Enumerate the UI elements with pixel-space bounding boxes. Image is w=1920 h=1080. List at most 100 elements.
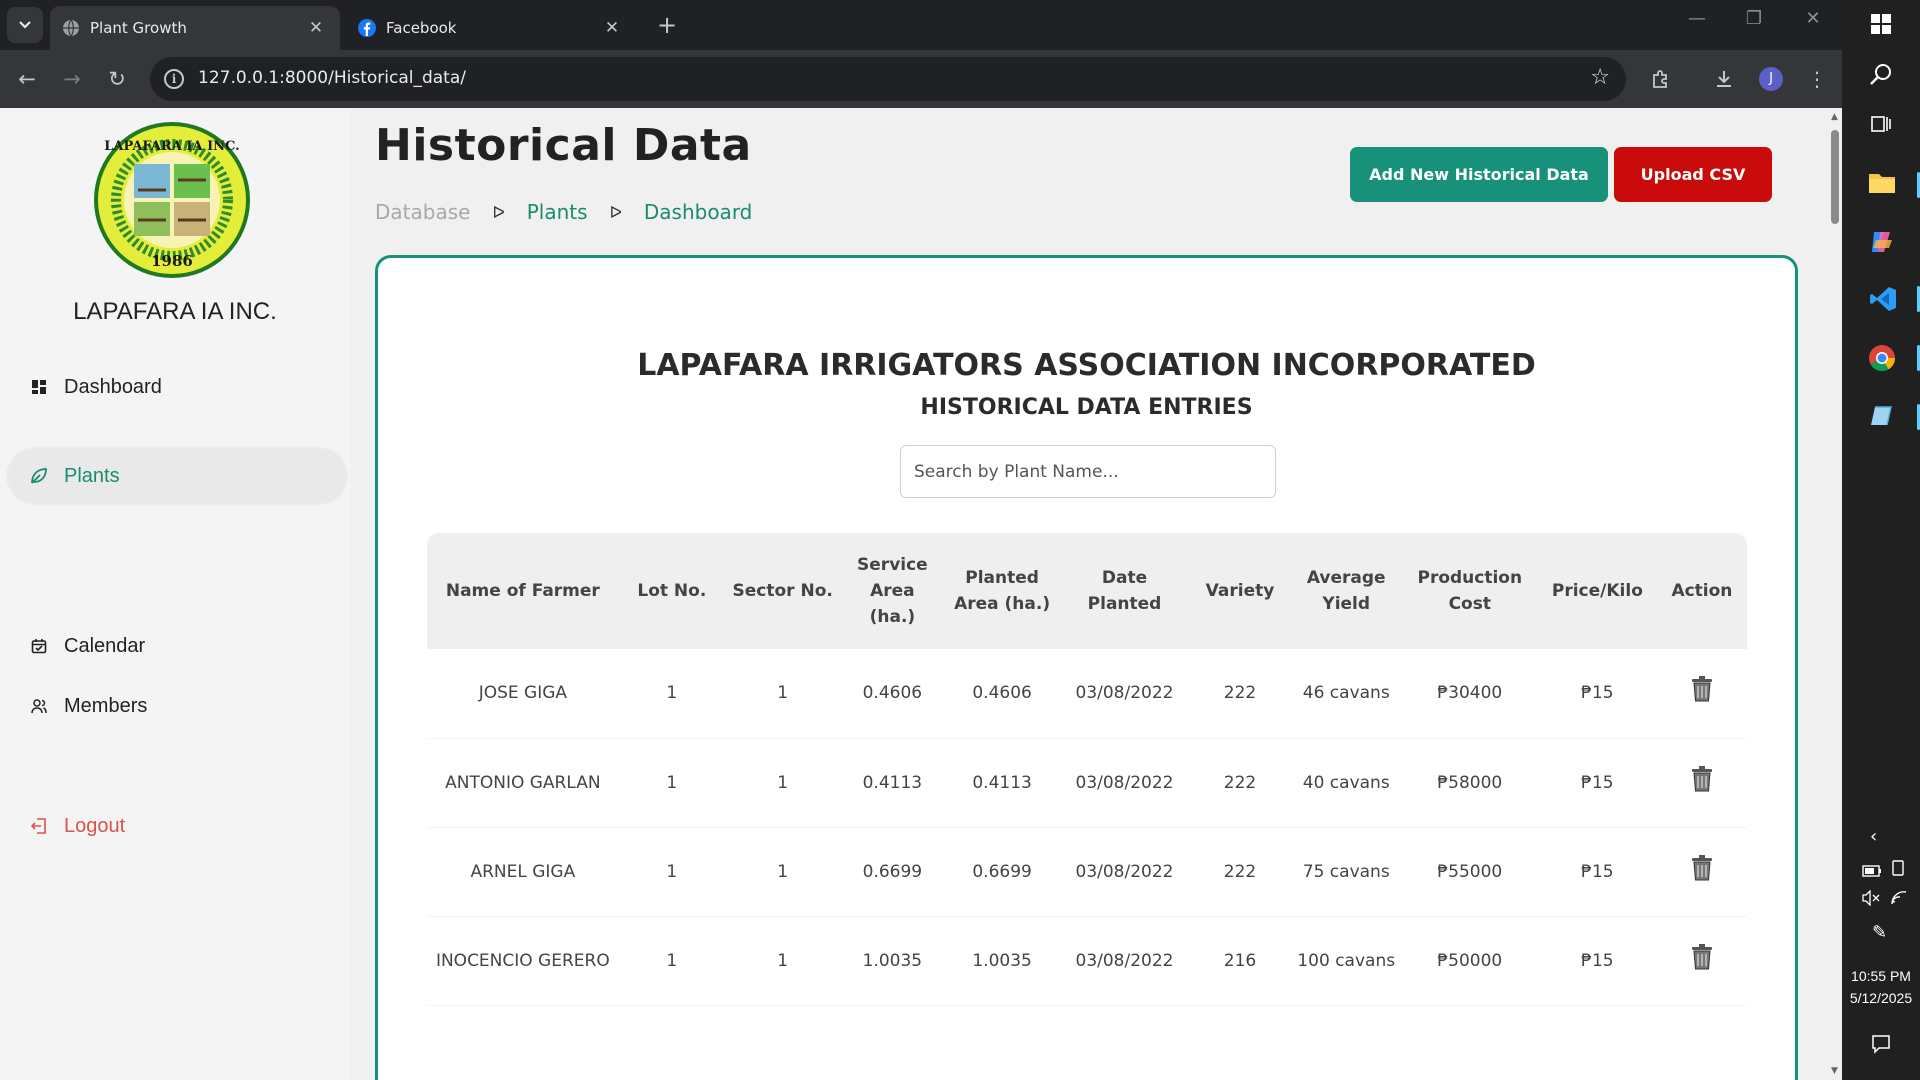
lot-cell: 1 — [618, 827, 725, 917]
tab-title: Facebook — [386, 19, 457, 37]
reload-icon[interactable]: ↻ — [100, 62, 134, 96]
restore-icon[interactable]: ❐ — [1731, 8, 1777, 29]
column-header[interactable]: Service Area (ha.) — [840, 533, 944, 649]
vscode-icon[interactable] — [1869, 285, 1897, 317]
lot-cell: 1 — [618, 649, 725, 739]
sidebar-item-plants[interactable]: Plants — [8, 449, 346, 503]
add-historical-data-button[interactable]: Add New Historical Data — [1350, 147, 1608, 202]
sidebar-item-calendar[interactable]: Calendar — [8, 619, 346, 673]
action-cell — [1656, 916, 1747, 1006]
plant-search-input[interactable] — [900, 445, 1276, 498]
sidebar-item-dashboard[interactable]: Dashboard — [8, 360, 346, 414]
column-header[interactable]: Average Yield — [1291, 533, 1402, 649]
service-area-cell: 0.4606 — [840, 649, 945, 739]
download-icon[interactable] — [1707, 62, 1741, 96]
historical-data-table: Name of Farmer Lot No. Sector No. Servic… — [427, 533, 1747, 1006]
browser-tab-plant-growth[interactable]: Plant Growth ✕ — [50, 6, 340, 50]
site-info-icon[interactable]: i — [164, 69, 184, 89]
service-area-cell: 0.4113 — [840, 738, 945, 828]
trash-icon[interactable] — [1689, 675, 1715, 703]
chevron-down-icon — [19, 21, 31, 29]
trash-icon[interactable] — [1689, 765, 1715, 793]
lot-cell: 1 — [618, 916, 725, 1006]
variety-cell: 222 — [1189, 827, 1291, 917]
browser-tabstrip: Plant Growth ✕ Facebook ✕ + — ❐ ✕ — [0, 0, 1842, 50]
file-explorer-icon[interactable] — [1868, 170, 1896, 198]
table-row: INOCENCIO GERERO 1 1 1.0035 1.0035 03/08… — [427, 916, 1747, 1006]
card-subtitle: HISTORICAL DATA ENTRIES — [920, 395, 1253, 420]
address-bar[interactable]: i 127.0.0.1:8000/Historical_data/ ☆ — [150, 57, 1626, 101]
column-header[interactable]: Production Cost — [1402, 533, 1538, 649]
sidebar: LAPAFARA IA INC. 1986 LAPAFARA IA INC. D… — [0, 108, 350, 1080]
trash-icon[interactable] — [1689, 854, 1715, 882]
windows-start-icon[interactable] — [1871, 14, 1891, 34]
forward-icon[interactable]: → — [55, 62, 89, 96]
notification-icon[interactable] — [1871, 1034, 1891, 1058]
column-header[interactable]: Planted Area (ha.) — [944, 533, 1059, 649]
battery-icon[interactable] — [1862, 862, 1882, 881]
page-scrollbar[interactable]: ▲ ▼ — [1828, 108, 1842, 1080]
breadcrumb-plants-link[interactable]: Plants — [527, 200, 588, 224]
column-header[interactable]: Name of Farmer — [427, 533, 619, 649]
back-icon[interactable]: ← — [10, 62, 44, 96]
upload-csv-button[interactable]: Upload CSV — [1614, 147, 1772, 202]
new-tab-button[interactable]: + — [652, 10, 682, 40]
browser-toolbar: ← → ↻ i 127.0.0.1:8000/Historical_data/ … — [0, 50, 1842, 108]
column-header[interactable]: Price/Kilo — [1538, 533, 1657, 649]
avg-yield-cell: 40 cavans — [1290, 738, 1402, 828]
windows-taskbar: ‹ ✎ 10:55 PM 5/12/2025 — [1842, 0, 1920, 1080]
trash-icon[interactable] — [1689, 943, 1715, 971]
task-view-icon[interactable] — [1870, 113, 1892, 139]
globe-icon — [62, 19, 80, 37]
browser-tab-facebook[interactable]: Facebook ✕ — [346, 6, 636, 50]
more-menu-icon[interactable]: ⋮ — [1800, 62, 1834, 96]
table-row: JOSE GIGA 1 1 0.4606 0.4606 03/08/2022 2… — [427, 649, 1747, 739]
production-cost-cell: ₱30400 — [1401, 649, 1538, 739]
device-icon[interactable] — [1890, 860, 1906, 880]
scrollbar-up-arrow[interactable]: ▲ — [1831, 112, 1838, 122]
price-cell: ₱15 — [1537, 916, 1657, 1006]
sector-cell: 1 — [724, 916, 841, 1006]
extensions-icon[interactable] — [1644, 62, 1678, 96]
search-icon[interactable] — [1869, 62, 1893, 90]
logout-button[interactable]: Logout — [8, 799, 346, 853]
planted-area-cell: 1.0035 — [944, 916, 1060, 1006]
historical-data-table-wrapper: Name of Farmer Lot No. Sector No. Servic… — [427, 533, 1747, 1006]
url-text[interactable]: 127.0.0.1:8000/Historical_data/ — [198, 68, 466, 88]
volume-muted-icon[interactable] — [1862, 889, 1880, 910]
close-tab-icon[interactable]: ✕ — [602, 18, 622, 38]
column-header[interactable]: Variety — [1189, 533, 1291, 649]
profile-avatar[interactable]: J — [1759, 67, 1783, 91]
clock-time[interactable]: 10:55 PM — [1842, 968, 1920, 984]
avg-yield-cell: 75 cavans — [1290, 827, 1402, 917]
sidebar-item-label: Calendar — [64, 634, 146, 657]
close-window-icon[interactable]: ✕ — [1790, 8, 1836, 29]
clock-date[interactable]: 5/12/2025 — [1842, 990, 1920, 1006]
sidebar-item-members[interactable]: Members — [8, 679, 346, 733]
close-tab-icon[interactable]: ✕ — [306, 18, 326, 38]
minimize-icon[interactable]: — — [1674, 8, 1720, 29]
action-cell — [1656, 738, 1747, 828]
pen-icon[interactable]: ✎ — [1872, 922, 1887, 943]
svg-text:1986: 1986 — [151, 252, 193, 270]
planted-area-cell: 0.6699 — [944, 827, 1060, 917]
scrollbar-down-arrow[interactable]: ▼ — [1831, 1066, 1838, 1076]
column-header[interactable]: Date Planted — [1060, 533, 1189, 649]
app-icon[interactable] — [1869, 403, 1895, 433]
copilot-icon[interactable] — [1868, 228, 1896, 260]
breadcrumb-separator-icon: ᐅ — [609, 202, 622, 222]
tab-search-button[interactable] — [7, 7, 43, 43]
chevron-left-icon[interactable]: ‹ — [1870, 826, 1877, 847]
production-cost-cell: ₱55000 — [1401, 827, 1538, 917]
calendar-icon — [30, 637, 48, 655]
sidebar-item-label: Plants — [64, 464, 120, 487]
wifi-icon[interactable] — [1890, 890, 1908, 910]
column-header[interactable]: Sector No. — [725, 533, 840, 649]
breadcrumb-dashboard-link[interactable]: Dashboard — [644, 200, 753, 224]
table-header-row: Name of Farmer Lot No. Sector No. Servic… — [427, 533, 1747, 649]
card-title: LAPAFARA IRRIGATORS ASSOCIATION INCORPOR… — [637, 348, 1536, 383]
bookmark-star-icon[interactable]: ☆ — [1590, 65, 1610, 90]
column-header[interactable]: Lot No. — [619, 533, 725, 649]
chrome-icon[interactable] — [1868, 344, 1896, 376]
scrollbar-thumb[interactable] — [1831, 130, 1839, 224]
